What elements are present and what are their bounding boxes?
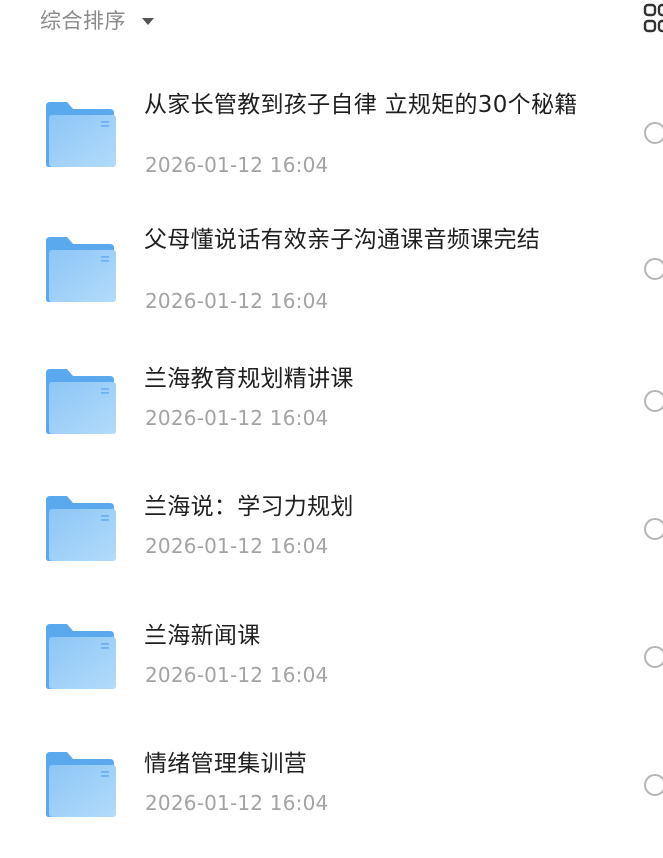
select-checkbox[interactable] (644, 774, 663, 796)
file-row[interactable]: 父母懂说话有效亲子沟通课音频课完结 2026-01-12 16:04 (0, 205, 663, 333)
folder-icon (46, 624, 116, 689)
file-name: 兰海新闻课 (144, 623, 261, 649)
sort-dropdown[interactable]: 综合排序 (40, 4, 154, 36)
select-checkbox[interactable] (644, 258, 663, 280)
grid-view-icon (643, 3, 663, 33)
file-name: 父母懂说话有效亲子沟通课音频课完结 (144, 227, 541, 253)
grid-view-toggle[interactable] (643, 3, 663, 35)
select-checkbox[interactable] (644, 122, 663, 144)
file-name: 兰海说：学习力规划 (144, 494, 354, 520)
folder-icon (46, 752, 116, 817)
file-row[interactable]: 情绪管理集训营 2026-01-12 16:04 (0, 720, 663, 848)
file-row[interactable]: 兰海新闻课 2026-01-12 16:04 (0, 592, 663, 720)
file-date: 2026-01-12 16:04 (145, 289, 329, 313)
folder-icon (46, 496, 116, 561)
folder-icon (46, 102, 116, 167)
sort-label: 综合排序 (40, 9, 126, 33)
select-checkbox[interactable] (644, 390, 663, 412)
file-row[interactable]: 兰海教育规划精讲课 2026-01-12 16:04 (0, 337, 663, 465)
file-date: 2026-01-12 16:04 (145, 153, 329, 177)
file-name: 情绪管理集训营 (144, 751, 308, 777)
select-checkbox[interactable] (644, 518, 663, 540)
file-browser-page: 综合排序 从家长管教到孩子自律 立规矩的30个秘籍 2026-01-12 16:… (0, 0, 663, 858)
caret-down-icon (142, 17, 154, 25)
folder-icon (46, 237, 116, 302)
file-date: 2026-01-12 16:04 (145, 534, 329, 558)
select-checkbox[interactable] (644, 646, 663, 668)
file-date: 2026-01-12 16:04 (145, 663, 329, 687)
folder-icon (46, 369, 116, 434)
file-name: 从家长管教到孩子自律 立规矩的30个秘籍 (144, 92, 578, 118)
file-name: 兰海教育规划精讲课 (144, 366, 354, 392)
file-date: 2026-01-12 16:04 (145, 406, 329, 430)
file-row[interactable]: 兰海说：学习力规划 2026-01-12 16:04 (0, 464, 663, 592)
file-row[interactable]: 从家长管教到孩子自律 立规矩的30个秘籍 2026-01-12 16:04 (0, 70, 663, 198)
file-date: 2026-01-12 16:04 (145, 791, 329, 815)
